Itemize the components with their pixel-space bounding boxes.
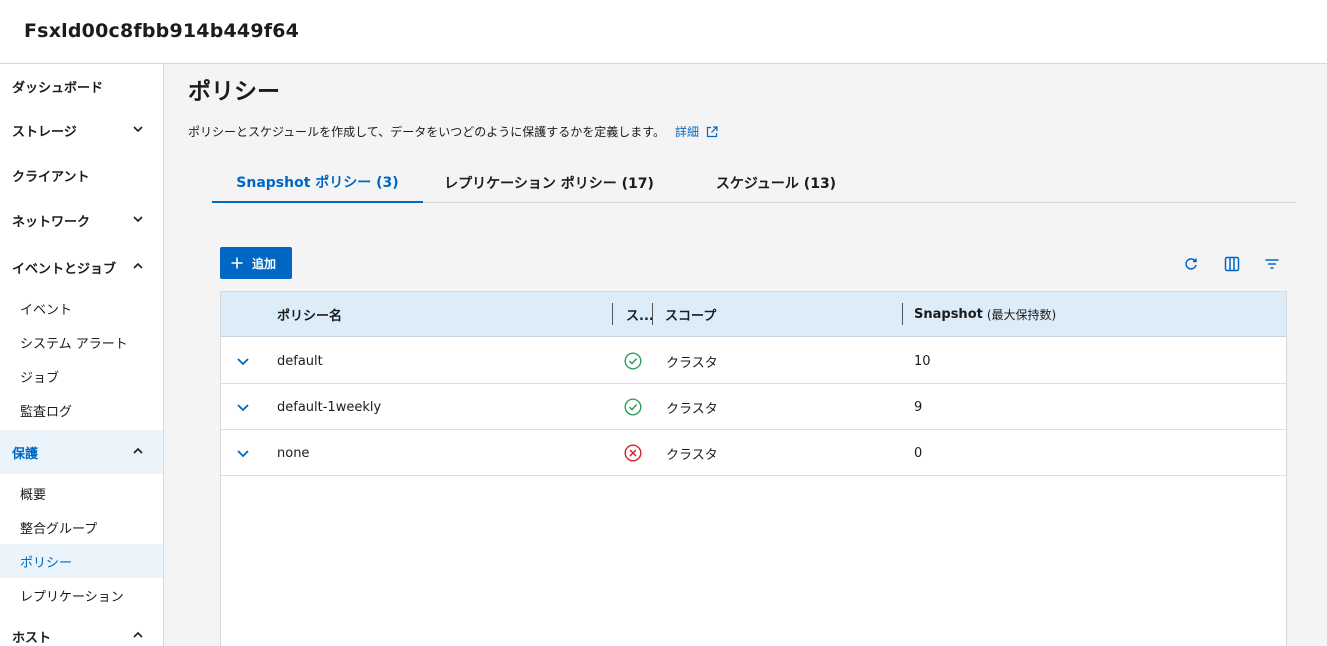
plus-icon	[231, 257, 243, 269]
sidebar-item-events[interactable]: イベント	[0, 291, 163, 325]
chevron-down-icon	[133, 126, 143, 133]
sidebar-item-network[interactable]: ネットワーク	[0, 198, 163, 242]
policy-table: ポリシー名 ス... スコープ Snapshot (最大保持数) default …	[220, 291, 1287, 646]
sidebar-item-storage[interactable]: ストレージ	[0, 108, 163, 152]
chevron-down-icon	[133, 216, 143, 223]
details-link[interactable]: 詳細	[675, 123, 718, 140]
policy-name: none	[277, 445, 310, 461]
policy-snapshot-count: 0	[914, 445, 923, 461]
column-header-policy-name[interactable]: ポリシー名	[277, 292, 342, 337]
sidebar-item-clients[interactable]: クライアント	[0, 153, 163, 197]
sidebar-item-dashboard[interactable]: ダッシュボード	[0, 64, 163, 108]
description-text: ポリシーとスケジュールを作成して、データをいつどのように保護するかを定義します。	[188, 125, 666, 139]
sidebar-item-label: ホスト	[12, 630, 52, 646]
sidebar-item-protection[interactable]: 保護	[0, 430, 163, 474]
page-title: ポリシー	[188, 79, 280, 105]
sidebar-item-hosts[interactable]: ホスト	[0, 614, 163, 646]
table-header: ポリシー名 ス... スコープ Snapshot (最大保持数)	[221, 292, 1286, 337]
sidebar-item-jobs[interactable]: ジョブ	[0, 359, 163, 393]
filter-icon[interactable]	[1263, 255, 1281, 273]
sidebar-item-replication[interactable]: レプリケーション	[0, 578, 163, 612]
sidebar-item-system-alerts[interactable]: システム アラート	[0, 325, 163, 359]
column-resizer[interactable]	[652, 303, 653, 325]
tab-snapshot-policies[interactable]: Snapshot ポリシー (3)	[212, 162, 423, 203]
sidebar-item-label: ストレージ	[12, 124, 77, 140]
main-content: ポリシー ポリシーとスケジュールを作成して、データをいつどのように保護するかを定…	[164, 64, 1327, 646]
columns-icon[interactable]	[1223, 255, 1241, 273]
policy-name: default-1weekly	[277, 399, 382, 415]
tab-schedules[interactable]: スケジュール (13)	[704, 162, 848, 203]
chevron-up-icon	[133, 631, 143, 638]
tab-bar: Snapshot ポリシー (3) レプリケーション ポリシー (17) スケジ…	[212, 162, 1296, 203]
sidebar-item-policies[interactable]: ポリシー	[0, 544, 163, 578]
policy-scope: クラスタ	[666, 447, 718, 463]
column-header-scope[interactable]: スコープ	[665, 292, 716, 337]
sidebar-item-label: ネットワーク	[12, 214, 91, 230]
policy-scope: クラスタ	[666, 355, 718, 371]
status-error-icon	[624, 430, 642, 476]
page-description: ポリシーとスケジュールを作成して、データをいつどのように保護するかを定義します。…	[188, 123, 718, 140]
sidebar: ダッシュボード ストレージ クライアント ネットワーク イベントとジョブ イベン…	[0, 64, 164, 646]
column-resizer[interactable]	[612, 303, 613, 325]
snapshot-header-sublabel: (最大保持数)	[986, 308, 1057, 322]
external-link-icon	[706, 125, 718, 137]
chevron-up-icon	[133, 262, 143, 269]
sidebar-item-overview[interactable]: 概要	[0, 476, 163, 510]
table-row[interactable]: default-1weekly クラスタ 9	[221, 384, 1286, 430]
column-resizer[interactable]	[902, 303, 903, 325]
policy-snapshot-count: 10	[914, 353, 931, 369]
sidebar-item-label: クライアント	[12, 169, 90, 185]
table-row[interactable]: default クラスタ 10	[221, 338, 1286, 384]
sidebar-item-events-jobs[interactable]: イベントとジョブ	[0, 245, 163, 289]
refresh-icon[interactable]	[1182, 255, 1200, 273]
snapshot-header-label: Snapshot	[914, 307, 983, 322]
sidebar-item-label: ダッシュボード	[12, 80, 104, 96]
chevron-down-icon[interactable]	[235, 445, 251, 461]
add-button-label: 追加	[252, 256, 277, 271]
policy-name: default	[277, 353, 323, 369]
cluster-title: Fsxld00c8fbb914b449f64	[24, 20, 300, 42]
details-link-label: 詳細	[675, 125, 700, 139]
add-button[interactable]: 追加	[220, 247, 292, 279]
column-header-snapshot[interactable]: Snapshot (最大保持数)	[914, 292, 1056, 337]
policy-scope: クラスタ	[666, 401, 718, 417]
sidebar-item-label: イベントとジョブ	[12, 261, 117, 277]
table-row[interactable]: none クラスタ 0	[221, 430, 1286, 476]
top-bar: Fsxld00c8fbb914b449f64	[0, 0, 1327, 64]
sidebar-item-consistency-groups[interactable]: 整合グループ	[0, 510, 163, 544]
sidebar-item-audit-log[interactable]: 監査ログ	[0, 393, 163, 427]
policy-snapshot-count: 9	[914, 399, 923, 415]
status-ok-icon	[624, 384, 642, 430]
sidebar-item-label: 保護	[12, 446, 39, 462]
chevron-up-icon	[133, 447, 143, 454]
chevron-down-icon[interactable]	[235, 399, 251, 415]
tab-replication-policies[interactable]: レプリケーション ポリシー (17)	[438, 162, 660, 203]
status-ok-icon	[624, 338, 642, 384]
column-header-status[interactable]: ス...	[626, 292, 654, 337]
chevron-down-icon[interactable]	[235, 353, 251, 369]
